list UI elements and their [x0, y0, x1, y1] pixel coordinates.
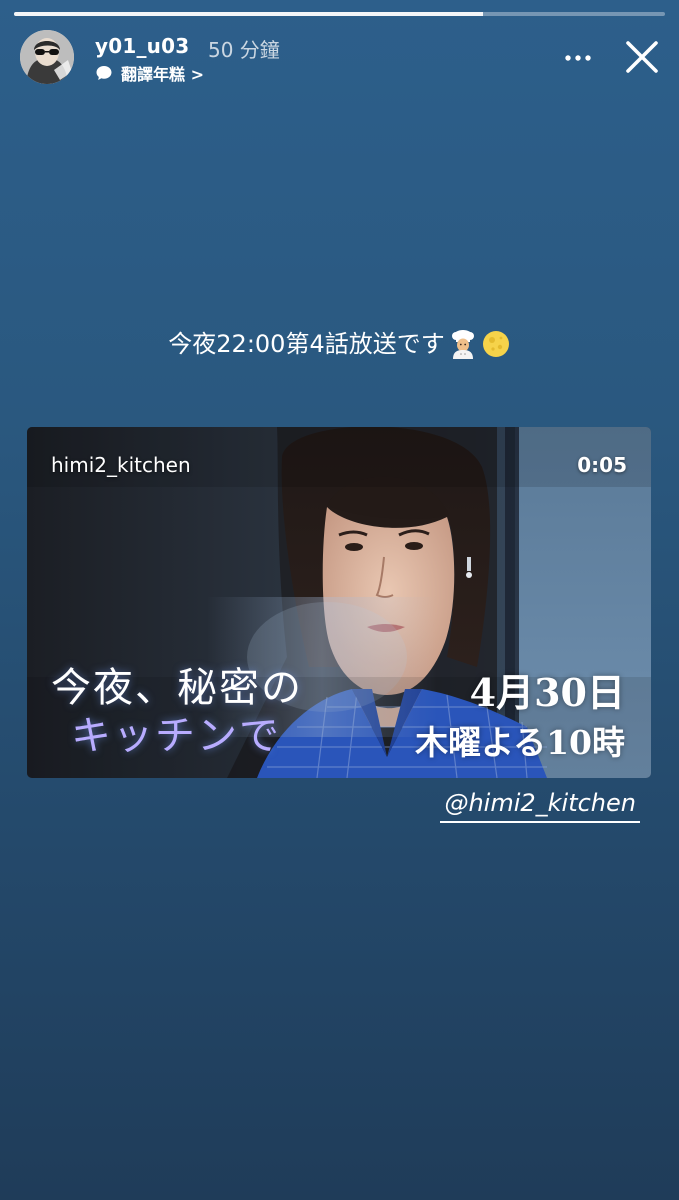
- avatar-image: [20, 30, 74, 84]
- shared-video-card[interactable]: himi2_kitchen 0:05 今夜、秘密の キッチンで 4月30日 木曜…: [27, 427, 651, 778]
- mention-sticker[interactable]: @himi2_kitchen: [440, 787, 640, 823]
- close-icon[interactable]: [623, 38, 661, 76]
- username[interactable]: y01_u03: [95, 34, 189, 58]
- mention-text: @himi2_kitchen: [444, 789, 636, 817]
- more-options-icon[interactable]: [560, 45, 600, 71]
- story-header: y01_u03 50 分鐘 翻譯年糕 >: [20, 30, 665, 90]
- translate-label: 翻譯年糕 >: [121, 65, 204, 84]
- translate-link[interactable]: 翻譯年糕 >: [95, 62, 204, 84]
- post-time: 50 分鐘: [208, 38, 280, 62]
- story-progress-bar: [14, 12, 665, 16]
- story-progress-fill: [14, 12, 483, 16]
- broadcast-airtime: 木曜よる10時: [415, 723, 625, 762]
- speech-bubble-icon: [96, 66, 112, 80]
- avatar[interactable]: [20, 30, 74, 84]
- full-moon-emoji-icon: [482, 331, 509, 357]
- show-title-line2: キッチンで: [71, 713, 281, 759]
- story-caption: 今夜22:00第4話放送です: [0, 323, 679, 364]
- broadcast-date: 4月30日: [469, 670, 625, 715]
- video-account-name[interactable]: himi2_kitchen: [51, 453, 191, 477]
- video-duration: 0:05: [577, 453, 627, 477]
- show-title-line1: 今夜、秘密の: [51, 665, 303, 711]
- caption-text: 今夜22:00第4話放送です: [168, 330, 445, 358]
- chef-emoji-icon: [451, 330, 474, 359]
